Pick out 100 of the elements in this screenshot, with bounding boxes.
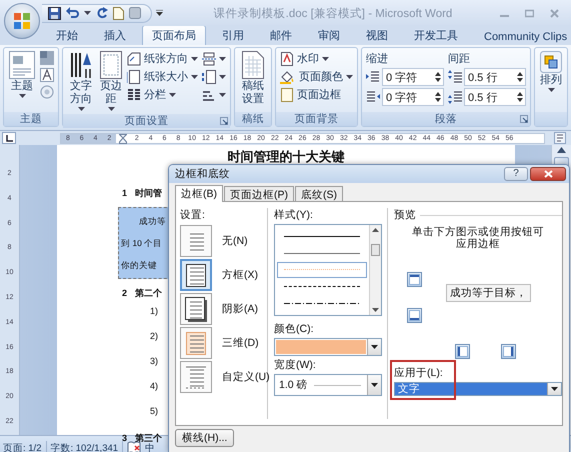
paragraph-line: 到 10 个目 bbox=[120, 237, 164, 250]
ribbon-tab[interactable]: 审阅 bbox=[308, 25, 350, 45]
group-label: 主题 bbox=[20, 112, 42, 126]
heading-text: 第三个 bbox=[135, 432, 162, 443]
heading-number: 3 bbox=[122, 432, 128, 444]
dialog-tab[interactable]: 页面边框(P) bbox=[224, 186, 294, 201]
caret-icon bbox=[219, 74, 226, 78]
horizontal-line-button[interactable]: 横线(H)... bbox=[175, 429, 234, 447]
dialog-tab[interactable]: 边框(B) bbox=[175, 185, 223, 202]
spacing-before-icon bbox=[448, 70, 462, 84]
save-icon[interactable] bbox=[48, 6, 61, 20]
tab-stop-icon[interactable] bbox=[6, 134, 12, 142]
dropdown-arrow-icon[interactable] bbox=[371, 383, 378, 387]
close-button[interactable] bbox=[530, 167, 566, 181]
redo-icon[interactable] bbox=[96, 7, 108, 19]
help-button[interactable]: ? bbox=[504, 167, 528, 181]
indent-marker-icon[interactable] bbox=[119, 134, 128, 144]
caret-icon bbox=[78, 107, 84, 111]
office-button[interactable] bbox=[4, 3, 40, 39]
dialog-launcher-icon[interactable] bbox=[520, 115, 528, 123]
ribbon-tab[interactable]: 视图 bbox=[356, 25, 398, 45]
view-ruler-icon[interactable] bbox=[554, 132, 566, 144]
close-icon bbox=[544, 170, 552, 178]
scroll-up-icon[interactable] bbox=[557, 147, 566, 153]
theme-colors-icon[interactable] bbox=[40, 51, 54, 65]
watermark-button[interactable]: 水印 bbox=[280, 51, 353, 66]
proofing-icon[interactable] bbox=[127, 441, 142, 452]
right-border-button[interactable] bbox=[501, 344, 516, 359]
group-label: 页面设置 bbox=[124, 114, 168, 128]
group-label-bar bbox=[535, 112, 567, 126]
width-label: 宽度(W): bbox=[274, 358, 317, 372]
setting-option-label: 无(N) bbox=[222, 234, 248, 248]
page-border-icon bbox=[280, 88, 294, 102]
setting-option-button[interactable] bbox=[180, 258, 212, 290]
indent-field[interactable]: 0 字符 bbox=[382, 68, 444, 86]
ribbon-tab[interactable]: 开始 bbox=[46, 25, 88, 45]
heading-number: 2 bbox=[122, 287, 128, 299]
customize-caret-icon[interactable] bbox=[156, 10, 163, 16]
spinner-icon[interactable] bbox=[517, 92, 523, 102]
setting-option-button[interactable] bbox=[180, 292, 212, 324]
bottom-border-button[interactable] bbox=[407, 308, 422, 323]
page-color-button[interactable]: 页面颜色 bbox=[280, 69, 353, 84]
dropdown-arrow-icon[interactable] bbox=[371, 345, 378, 349]
ribbon-tab[interactable]: 页面布局 bbox=[142, 25, 206, 45]
manuscript-settings-button[interactable]: 稿纸设置 bbox=[239, 51, 267, 109]
setting-option-label: 方框(X) bbox=[222, 268, 258, 282]
highlight-frame bbox=[390, 360, 456, 400]
breaks-button[interactable] bbox=[202, 51, 226, 66]
heading-number: 1 bbox=[122, 187, 128, 199]
paper-size-icon bbox=[127, 70, 141, 84]
preview-label: 预览 bbox=[394, 208, 416, 222]
arrange-icon bbox=[540, 51, 562, 73]
scroll-down-icon[interactable] bbox=[372, 308, 379, 312]
paper-size-button[interactable]: 纸张大小 bbox=[127, 69, 198, 84]
page-borders-button[interactable]: 页面边框 bbox=[280, 87, 353, 102]
setting-option-label: 阴影(A) bbox=[222, 302, 258, 316]
indent-left-icon bbox=[366, 70, 380, 84]
orientation-button[interactable]: 纸张方向 bbox=[127, 51, 198, 66]
spacing-field[interactable]: 0.5 行 bbox=[464, 88, 526, 106]
line-numbers-button[interactable] bbox=[202, 69, 226, 84]
office-logo-icon bbox=[13, 12, 31, 30]
border-position-icon bbox=[457, 346, 468, 357]
ribbon-tab[interactable]: 引用 bbox=[212, 25, 254, 45]
undo-icon[interactable] bbox=[66, 7, 79, 19]
top-border-button[interactable] bbox=[407, 272, 422, 287]
columns-button[interactable]: 分栏 bbox=[127, 87, 198, 102]
new-document-icon[interactable] bbox=[113, 6, 124, 20]
page-breaks-icon bbox=[202, 52, 216, 66]
language-indicator[interactable]: 中 bbox=[145, 442, 156, 452]
border-position-icon bbox=[409, 274, 420, 285]
indent-field[interactable]: 0 字符 bbox=[382, 88, 444, 106]
spacing-field[interactable]: 0.5 行 bbox=[464, 68, 526, 86]
dialog-launcher-icon[interactable] bbox=[220, 117, 228, 125]
ribbon-tab[interactable]: 开发工具 bbox=[404, 25, 468, 45]
color-dropdown[interactable] bbox=[274, 338, 382, 356]
spinner-icon[interactable] bbox=[435, 92, 441, 102]
left-border-button[interactable] bbox=[455, 344, 470, 359]
dropdown-arrow-icon[interactable] bbox=[551, 387, 558, 391]
spinner-icon[interactable] bbox=[435, 72, 441, 82]
scroll-up-icon[interactable] bbox=[372, 228, 379, 232]
manuscript-paper-icon bbox=[242, 51, 264, 79]
paragraph-line: 成功等 bbox=[138, 215, 167, 228]
theme-fonts-icon[interactable] bbox=[40, 68, 54, 82]
caret-icon bbox=[18, 94, 26, 98]
spinner-icon[interactable] bbox=[517, 72, 523, 82]
setting-option-label: 自定义(U) bbox=[222, 370, 270, 384]
dialog-tab[interactable]: 底纹(S) bbox=[295, 186, 343, 201]
dialog-title: 边框和底纹 bbox=[175, 167, 231, 181]
apply-to-dropdown[interactable]: 文字 bbox=[394, 382, 562, 396]
margins-button[interactable]: 页边距 bbox=[99, 51, 123, 111]
caret-icon bbox=[191, 74, 198, 78]
themes-button[interactable]: 主题 bbox=[8, 51, 36, 109]
ribbon-tab[interactable]: Community Clips bbox=[474, 28, 571, 45]
ribbon-tab[interactable]: 插入 bbox=[94, 25, 136, 45]
line-width-dropdown[interactable]: 1.0 磅 bbox=[274, 374, 382, 396]
page-orientation-icon bbox=[127, 52, 141, 66]
paint-bucket-icon bbox=[280, 70, 296, 84]
text-direction-button[interactable]: 文字方向 bbox=[67, 51, 95, 111]
line-width-value: 1.0 磅 bbox=[278, 378, 308, 392]
ribbon-tab[interactable]: 邮件 bbox=[260, 25, 302, 45]
